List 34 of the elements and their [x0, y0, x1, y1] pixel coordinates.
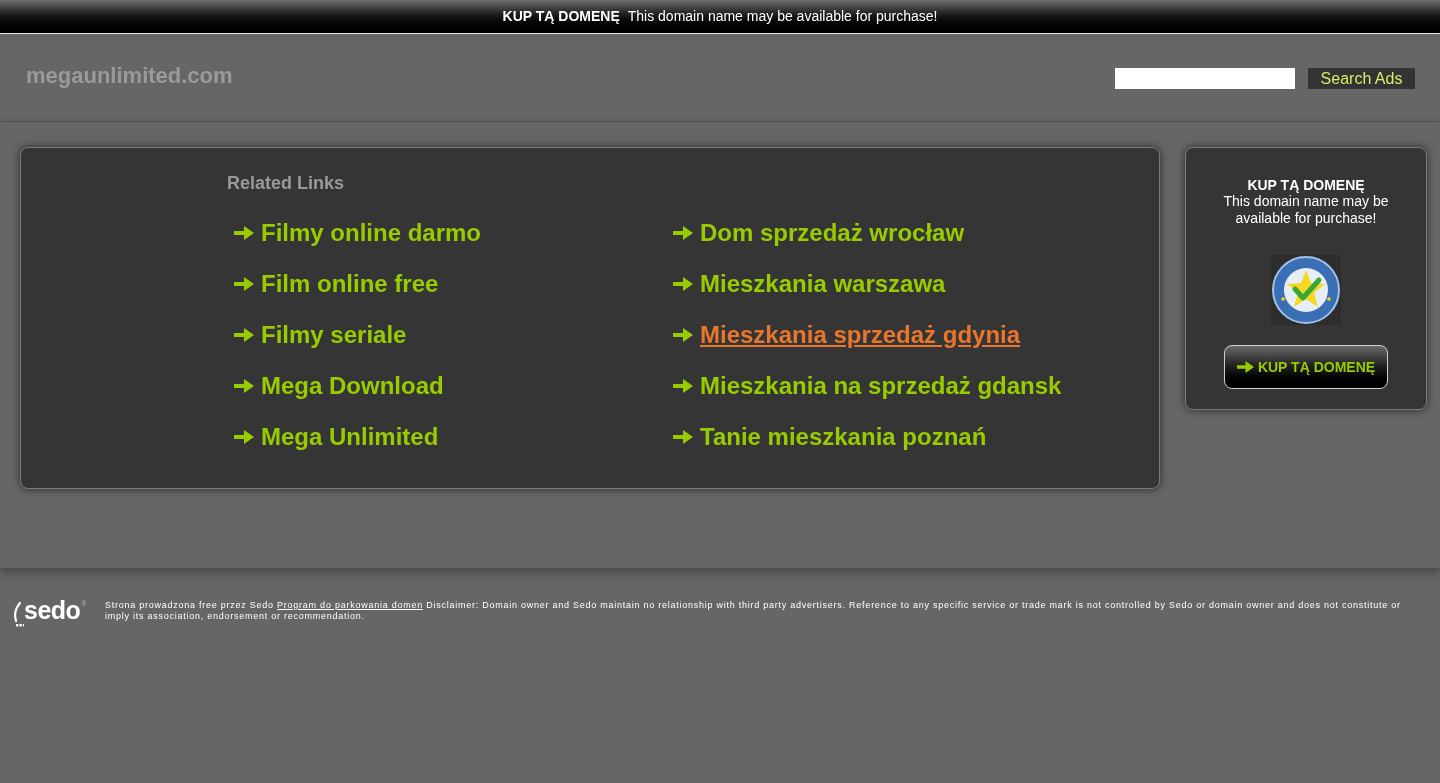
banner-text: This domain name may be available for purchase!: [627, 7, 938, 26]
offer-title: KUP TĄ DOMENĘ: [1247, 177, 1365, 193]
arrow-icon: [234, 428, 254, 445]
parking-program-link[interactable]: Program do parkowania domen: [277, 600, 423, 610]
offer-text: This domain name may be available for purchase!: [1222, 193, 1390, 227]
related-link[interactable]: Mega Download: [261, 371, 444, 400]
related-link[interactable]: Filmy seriale: [261, 320, 407, 349]
arrow-icon: [234, 275, 254, 292]
related-link[interactable]: Mieszkania warszawa: [700, 269, 946, 298]
arrow-icon: [673, 224, 693, 241]
related-link[interactable]: Mega Unlimited: [261, 422, 439, 451]
arrow-icon: [234, 377, 254, 394]
arrow-icon: [1236, 360, 1254, 374]
arrow-icon: [234, 326, 254, 343]
arrow-icon: [234, 224, 254, 241]
panel-heading: Related Links: [227, 172, 345, 194]
search-button[interactable]: Search Ads: [1308, 68, 1415, 89]
arrow-icon: [673, 275, 693, 292]
arrow-icon: [673, 428, 693, 445]
related-link[interactable]: Dom sprzedaż wrocław: [700, 218, 965, 247]
related-link[interactable]: Filmy online darmo: [261, 218, 482, 247]
logo-text: sedo: [24, 598, 81, 622]
related-link[interactable]: Tanie mieszkania poznań: [700, 422, 987, 451]
search-field[interactable]: [1115, 68, 1295, 89]
arrow-icon: [673, 326, 693, 343]
banner-title: KUP TĄ DOMENĘ: [502, 7, 620, 26]
related-link[interactable]: Film online free: [261, 269, 439, 298]
footer-disclaimer: Strona prowadzona free przez Sedo Program do parkowania domen Disclaimer: Domain owner and Sedo maintain no relationship with third party advertisers. Reference to any specific service or trade mark is not controlled by Sedo or domain owner and does not constitute or imply its association, endorsement or recommendation.: [105, 599, 1402, 622]
buy-domain-button[interactable]: KUP TĄ DOMENĘ: [1224, 345, 1388, 389]
logo-mark-icon: [12, 599, 24, 629]
seal-icon: [1271, 255, 1341, 325]
related-link[interactable]: Mieszkania na sprzedaż gdansk: [700, 371, 1062, 400]
related-link[interactable]: Mieszkania sprzedaż gdynia: [700, 320, 1021, 349]
arrow-icon: [673, 377, 693, 394]
